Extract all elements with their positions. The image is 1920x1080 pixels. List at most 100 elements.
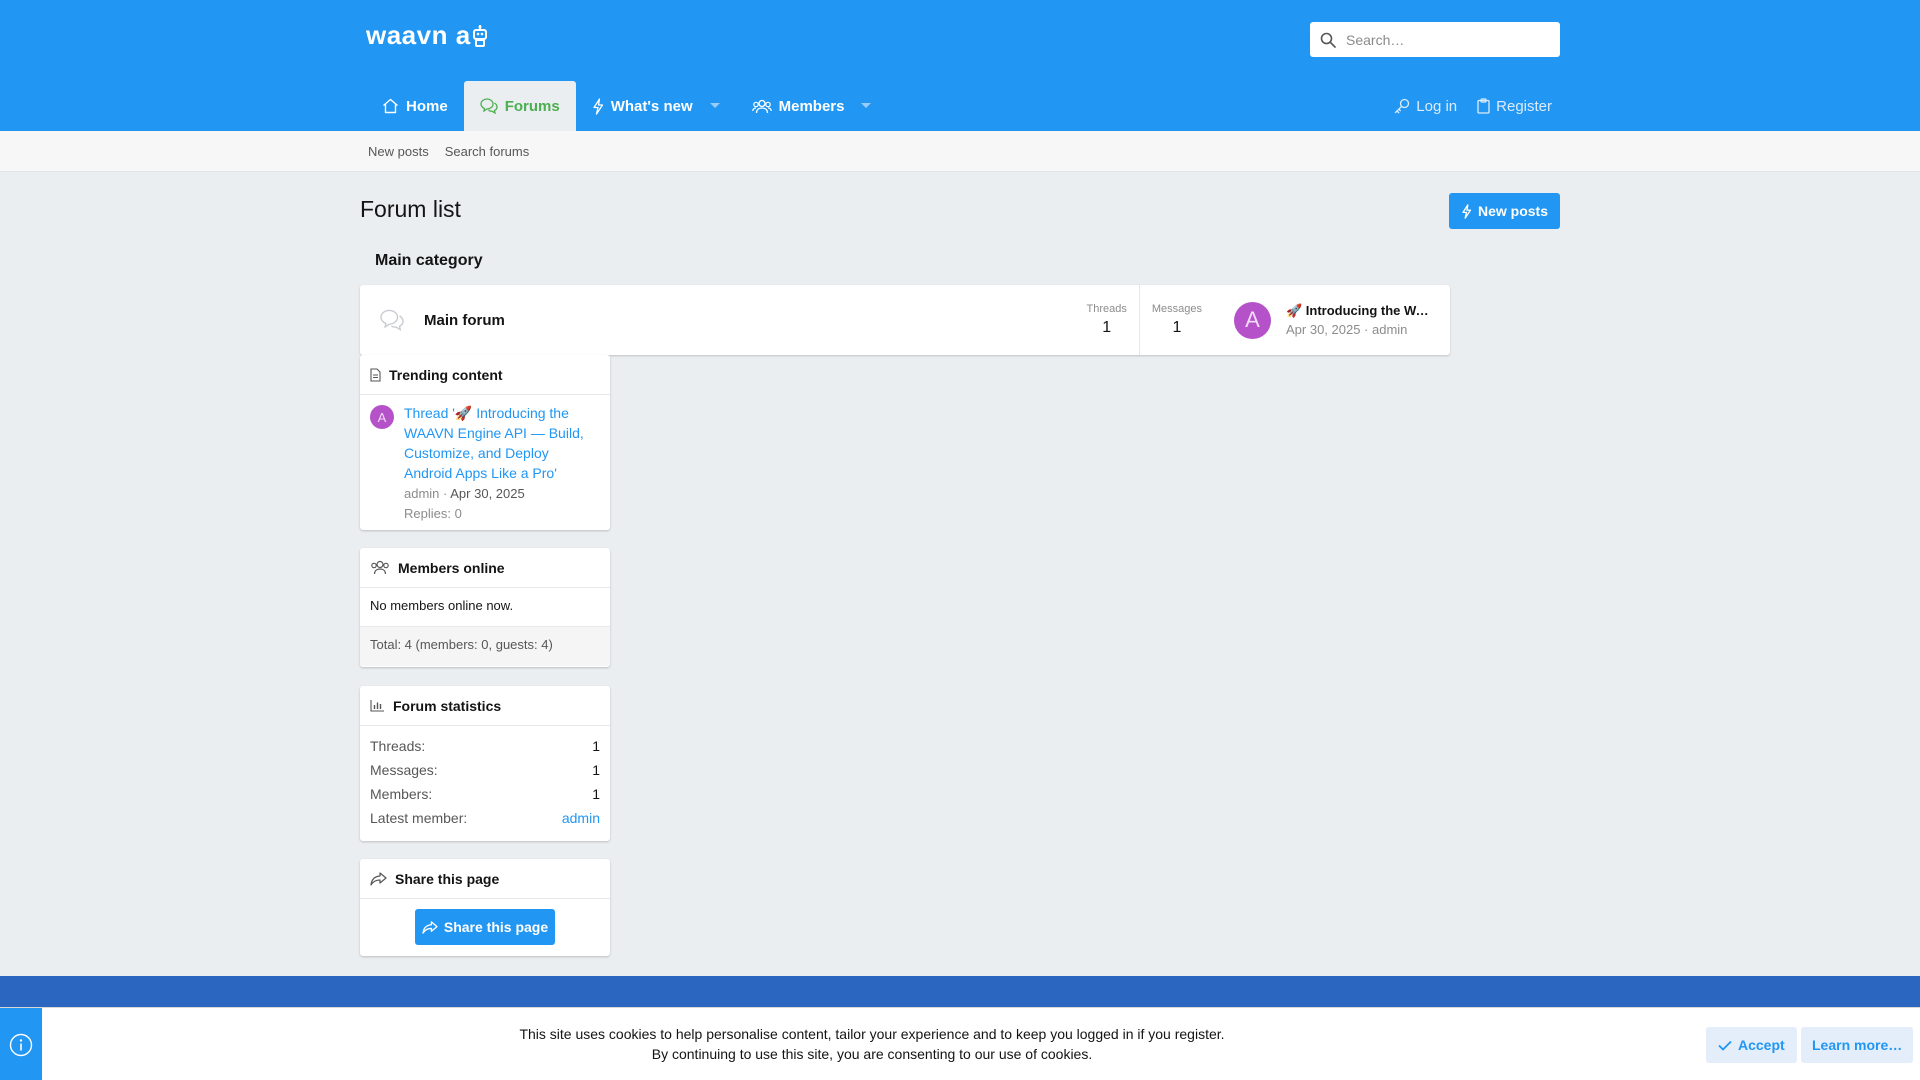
nav-tab-label: Forums — [504, 97, 560, 115]
search-box[interactable] — [1310, 22, 1560, 57]
nav-tab-label: What's new — [610, 97, 693, 115]
bar-chart-icon — [370, 699, 385, 712]
stat-key: Messages: — [370, 762, 438, 778]
members-online-status: No members online now. — [360, 588, 610, 627]
widget-title[interactable]: Members online — [398, 560, 505, 576]
category-title[interactable]: Main category — [375, 252, 483, 270]
threads-label: Threads — [1086, 303, 1127, 315]
home-icon — [382, 98, 399, 114]
new-posts-label: New posts — [1477, 203, 1548, 219]
stat-key: Threads: — [370, 738, 426, 754]
stats-row-members: Members: 1 — [370, 782, 600, 806]
cookie-notice: This site uses cookies to help personali… — [0, 1007, 1920, 1080]
trending-widget: Trending content A Thread '🚀 Introducing… — [360, 355, 610, 530]
site-logo[interactable]: waavn a — [366, 20, 487, 51]
key-icon — [1394, 98, 1410, 114]
page-title: Forum list — [360, 196, 461, 222]
cookie-learn-more-button[interactable]: Learn more… — [1801, 1027, 1914, 1063]
cookie-info-side — [0, 1008, 42, 1080]
new-posts-button[interactable]: New posts — [1448, 193, 1560, 229]
site-header: waavn a Home Forums — [0, 0, 1920, 131]
login-link[interactable]: Log in — [1394, 98, 1457, 115]
nav-tab-forums[interactable]: Forums — [463, 81, 576, 131]
forum-latest-post: A 🚀 Introducing the WAAVN Engine API — B… — [1234, 285, 1436, 355]
comments-icon — [480, 98, 498, 114]
share-icon — [422, 920, 438, 934]
trending-item: A Thread '🚀 Introducing the WAAVN Engine… — [370, 403, 600, 523]
forum-row: Main forum Threads 1 Messages 1 A 🚀 Intr… — [360, 285, 1450, 355]
search-input[interactable] — [1346, 31, 1536, 48]
members-online-total: Total: 4 (members: 0, guests: 4) — [360, 627, 610, 666]
cookie-message: This site uses cookies to help personali… — [42, 1024, 1702, 1064]
users-icon — [370, 560, 390, 575]
login-label: Log in — [1416, 97, 1458, 115]
subnav-new-posts[interactable]: New posts — [368, 144, 429, 159]
nav-tab-label: Members — [778, 97, 845, 115]
chevron-down-icon[interactable] — [709, 103, 720, 109]
trending-meta: admin · Apr 30, 2025 — [404, 485, 600, 503]
trending-thread-link[interactable]: Thread '🚀 Introducing the WAAVN Engine A… — [404, 405, 584, 481]
document-icon — [370, 367, 381, 382]
widget-title: Forum statistics — [393, 697, 502, 714]
stat-value: 1 — [592, 738, 600, 754]
stats-row-latest-member: Latest member: admin — [370, 806, 600, 830]
check-icon — [1718, 1040, 1732, 1051]
avatar[interactable]: A — [1234, 301, 1271, 339]
widget-header: Forum statistics — [360, 686, 610, 726]
members-online-widget: Members online No members online now. To… — [360, 548, 610, 667]
logo-text: waavn a — [366, 20, 471, 50]
trending-replies: Replies: 0 — [404, 506, 462, 521]
info-icon — [9, 1033, 33, 1057]
users-icon — [751, 99, 772, 114]
nav-tab-members[interactable]: Members — [736, 81, 888, 131]
share-widget: Share this page Share this page — [360, 859, 610, 956]
latest-thread-link[interactable]: 🚀 Introducing the WAAVN Engine API — Bui… — [1286, 303, 1436, 319]
cookie-line-1: This site uses cookies to help personali… — [519, 1026, 1225, 1042]
bolt-icon — [592, 97, 604, 115]
chevron-down-icon[interactable] — [861, 103, 872, 109]
register-link[interactable]: Register — [1477, 98, 1552, 115]
register-label: Register — [1496, 97, 1552, 115]
messages-stat: Messages 1 — [1138, 285, 1214, 355]
threads-stat: Threads 1 — [1075, 285, 1139, 355]
logo-robot-icon — [472, 24, 487, 47]
latest-member-link[interactable]: admin — [562, 806, 600, 830]
widget-title: Share this page — [395, 870, 500, 887]
forum-title-link[interactable]: Main forum — [424, 312, 505, 329]
stat-key: Latest member: — [370, 810, 468, 826]
threads-count: 1 — [1102, 319, 1112, 336]
accept-label: Accept — [1738, 1037, 1785, 1053]
widget-header: Trending content — [360, 355, 610, 395]
sub-nav: New posts Search forums — [0, 131, 1920, 172]
widget-header: Share this page — [360, 859, 610, 899]
avatar[interactable]: A — [370, 405, 394, 429]
stat-value: 1 — [592, 762, 600, 778]
forum-statistics-widget: Forum statistics Threads: 1 Messages: 1 … — [360, 686, 610, 841]
meta-separator: · — [439, 486, 451, 501]
share-icon — [370, 871, 387, 886]
cookie-accept-button[interactable]: Accept — [1706, 1027, 1797, 1063]
account-nav: Log in Register — [1394, 81, 1552, 131]
widget-header: Members online — [360, 548, 610, 588]
main-nav: Home Forums What's new Members — [366, 81, 887, 131]
trending-author[interactable]: admin — [404, 486, 439, 501]
bolt-icon — [1461, 203, 1472, 219]
share-button-label: Share this page — [443, 919, 549, 935]
stats-row-threads: Threads: 1 — [370, 734, 600, 758]
search-icon — [1320, 32, 1336, 48]
forum-stats: Threads 1 Messages 1 — [1075, 285, 1215, 355]
stat-value: 1 — [592, 786, 600, 802]
trending-date: Apr 30, 2025 — [450, 486, 525, 501]
cookie-line-2: By continuing to use this site, you are … — [651, 1046, 1093, 1062]
clipboard-icon — [1477, 98, 1490, 114]
nav-tab-whats-new[interactable]: What's new — [576, 81, 736, 131]
nav-tab-label: Home — [406, 97, 448, 115]
widget-title: Trending content — [389, 366, 503, 383]
subnav-search-forums[interactable]: Search forums — [445, 144, 530, 159]
stats-row-messages: Messages: 1 — [370, 758, 600, 782]
forum-comments-icon — [378, 309, 406, 331]
share-this-page-button[interactable]: Share this page — [415, 909, 555, 945]
messages-label: Messages — [1151, 303, 1202, 315]
messages-count: 1 — [1172, 319, 1182, 336]
nav-tab-home[interactable]: Home — [366, 81, 464, 131]
